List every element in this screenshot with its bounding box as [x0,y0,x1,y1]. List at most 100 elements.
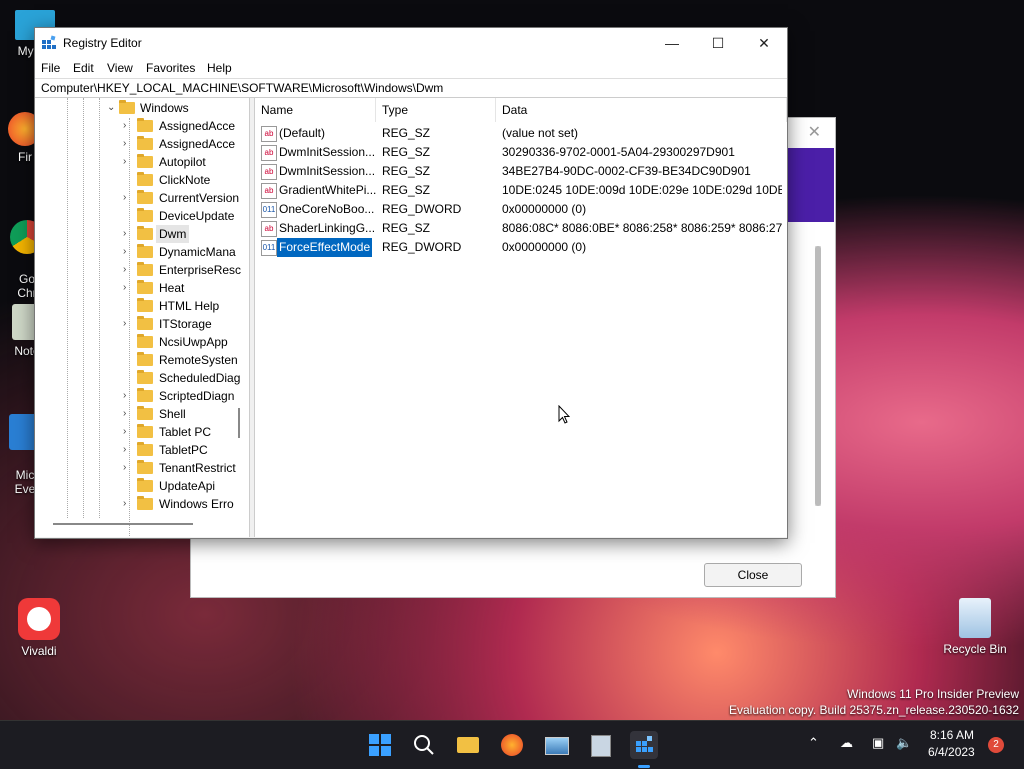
chevron-right-icon[interactable]: › [123,441,135,459]
clock-date[interactable]: 6/4/2023 [928,745,975,759]
close-button[interactable]: Close [704,563,802,587]
table-row[interactable]: ab DwmInitSession... REG_SZ 34BE27B4-90D… [255,162,787,181]
value-name: DwmInitSession... [279,164,376,178]
desktop-icon-recycle-bin[interactable]: Recycle Bin [940,598,1010,656]
title-bar[interactable]: Registry Editor — ☐ ✕ [35,28,787,58]
chevron-right-icon[interactable]: › [123,243,135,261]
value-type: REG_DWORD [382,240,462,254]
photos-icon [545,737,569,755]
table-row-selected[interactable]: 011 ForceEffectMode REG_DWORD 0x00000000… [255,238,787,257]
value-data: 34BE27B4-90DC-0002-CF39-BE34DC90D901 [502,164,751,178]
tree-item-label: Dwm [156,225,190,243]
tree-item-label: TabletPC [159,443,208,457]
registry-editor-taskbar-button[interactable] [630,731,658,759]
desktop-icon-vivaldi[interactable]: Vivaldi [4,598,74,658]
folder-icon [137,370,153,384]
registry-editor-icon [636,736,653,752]
string-value-icon: ab [261,145,277,161]
table-row[interactable]: 011 OneCoreNoBoo... REG_DWORD 0x00000000… [255,200,787,219]
chevron-right-icon[interactable]: › [123,261,135,279]
values-list-pane[interactable]: Name Type Data ab (Default) REG_SZ (valu… [254,98,787,537]
registry-editor-window: Registry Editor — ☐ ✕ File Edit View Fav… [34,27,788,539]
chevron-right-icon[interactable]: › [123,279,135,297]
vivaldi-icon [18,598,60,640]
menu-edit[interactable]: Edit [73,61,94,75]
clock-time[interactable]: 8:16 AM [930,728,974,742]
key-tree-pane[interactable]: ⌄ Windows › AssignedAcce › AssignedAcce › A… [35,98,250,537]
folder-icon [137,352,153,366]
chevron-down-icon[interactable]: ⌄ [107,99,119,117]
table-row[interactable]: ab ShaderLinkingG... REG_SZ 8086:08C* 80… [255,219,787,238]
table-row[interactable]: ab GradientWhitePi... REG_SZ 10DE:0245 1… [255,181,787,200]
folder-icon [137,460,153,474]
start-button[interactable] [366,731,394,759]
tree-item-label: ITStorage [159,317,212,331]
photos-button[interactable] [542,731,570,759]
control-panel-button[interactable] [586,731,614,759]
search-button[interactable] [410,731,438,759]
tree-item-label: RemoteSysten [159,353,238,367]
window-title: Registry Editor [63,36,142,50]
value-name: (Default) [279,126,326,140]
table-row[interactable]: ab DwmInitSession... REG_SZ 30290336-970… [255,143,787,162]
menu-view[interactable]: View [107,61,133,75]
chevron-right-icon[interactable]: › [123,387,135,405]
network-offline-icon[interactable]: ☁ [840,735,853,751]
menu-favorites[interactable]: Favorites [146,61,195,75]
scrollbar-thumb[interactable] [238,408,240,438]
file-explorer-button[interactable] [454,731,482,759]
tree-vertical-scrollbar[interactable] [235,98,243,518]
chevron-right-icon[interactable]: › [123,225,135,243]
chevron-right-icon[interactable]: › [123,423,135,441]
tree-horizontal-scrollbar[interactable] [53,523,193,525]
column-header-data[interactable]: Data [496,98,787,122]
value-data: (value not set) [502,126,579,140]
folder-icon [119,100,135,114]
chevron-right-icon[interactable]: › [123,189,135,207]
chevron-right-icon[interactable]: › [123,405,135,423]
mouse-cursor-icon [558,405,570,424]
folder-icon [137,172,153,186]
chevron-up-icon[interactable]: ⌃ [808,735,819,751]
column-header-type[interactable]: Type [376,98,496,122]
desktop-icon-label: Vivaldi [21,644,57,658]
notification-badge[interactable]: 2 [988,737,1004,753]
chevron-right-icon[interactable]: › [123,315,135,333]
chevron-right-icon[interactable]: › [123,495,135,513]
value-name-editing[interactable]: ForceEffectMode [277,238,373,257]
menu-file[interactable]: File [41,61,60,75]
chevron-right-icon[interactable]: › [123,153,135,171]
display-icon[interactable]: ▣ [872,735,884,751]
menu-help[interactable]: Help [207,61,232,75]
maximize-button[interactable]: ☐ [695,28,741,58]
firefox-icon [501,734,523,756]
close-window-button[interactable]: ✕ [741,28,787,58]
firefox-button[interactable] [498,731,526,759]
value-type: REG_SZ [382,221,431,235]
tree-item-label: AssignedAcce [159,119,236,133]
volume-icon[interactable]: 🔈 [896,735,912,751]
tree-item-label: TenantRestrict [159,461,236,475]
tree-item-label: Heat [159,281,185,295]
value-name: DwmInitSession... [279,145,376,159]
chevron-right-icon[interactable]: › [123,117,135,135]
table-row[interactable]: ab (Default) REG_SZ (value not set) [255,124,787,143]
string-value-icon: ab [261,221,277,237]
search-icon [414,735,434,755]
chevron-right-icon[interactable]: › [123,459,135,477]
value-type: REG_SZ [382,126,431,140]
tree-item-label: Shell [159,407,186,421]
column-header-name[interactable]: Name [255,98,376,122]
folder-icon [137,136,153,150]
address-bar[interactable]: Computer\HKEY_LOCAL_MACHINE\SOFTWARE\Mic… [35,78,787,98]
taskbar: ⌃ ☁ ▣ 🔈 8:16 AM 6/4/2023 2 [0,720,1024,769]
minimize-button[interactable]: — [649,28,695,58]
folder-icon [137,280,153,294]
folder-icon [457,737,479,753]
folder-icon [137,262,153,276]
chevron-right-icon[interactable]: › [123,135,135,153]
dialog-scrollbar[interactable] [815,246,821,506]
close-icon[interactable]: ✕ [808,122,821,142]
registry-editor-icon [42,35,56,49]
scrollbar-thumb[interactable] [815,246,821,506]
